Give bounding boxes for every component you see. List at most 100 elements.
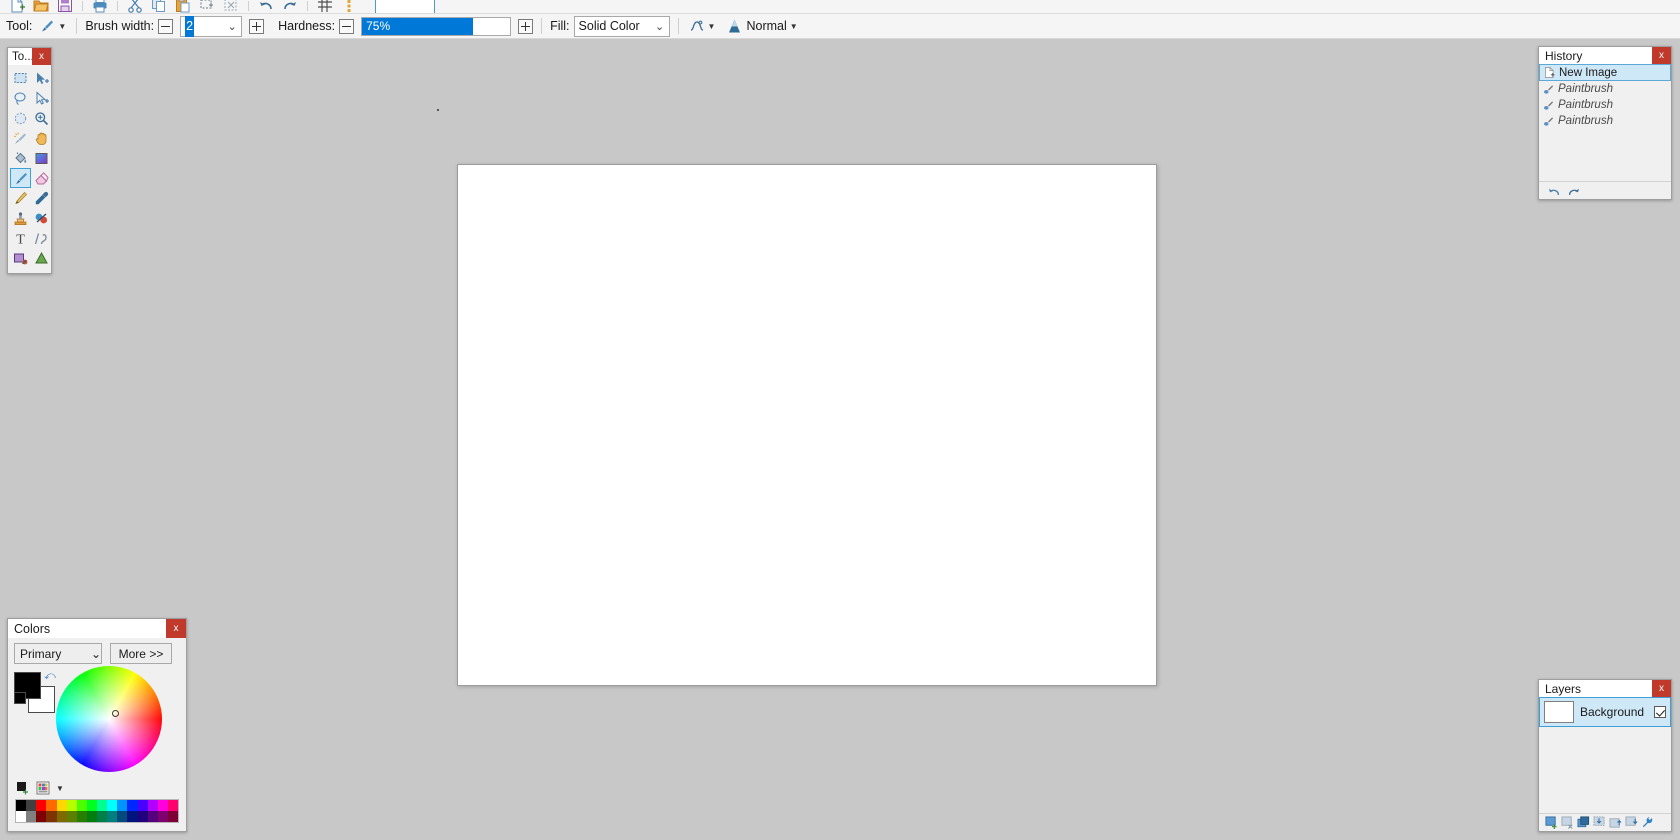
- palette-swatch[interactable]: [56, 800, 67, 811]
- print-image-icon[interactable]: [88, 0, 112, 13]
- tool-gradient[interactable]: [31, 148, 52, 168]
- close-icon[interactable]: x: [1652, 680, 1671, 697]
- chevron-down-icon[interactable]: ⌄: [651, 20, 669, 33]
- brush-width-input[interactable]: 2 ⌄: [180, 15, 243, 37]
- hardness-increase-button[interactable]: [518, 18, 534, 34]
- tool-ellipse-select[interactable]: [10, 108, 31, 128]
- palette-swatch[interactable]: [127, 811, 138, 822]
- color-wheel[interactable]: [56, 666, 162, 772]
- tool-magic-wand[interactable]: [10, 128, 31, 148]
- palette-swatch[interactable]: [137, 800, 148, 811]
- undo-icon[interactable]: [254, 0, 278, 13]
- redo-icon[interactable]: [278, 0, 302, 13]
- tool-paintbrush[interactable]: [10, 168, 31, 188]
- palette-swatch[interactable]: [46, 811, 57, 822]
- palette-swatch[interactable]: [66, 811, 77, 822]
- palette-swatch[interactable]: [36, 811, 47, 822]
- palette-color-preview[interactable]: [375, 0, 435, 13]
- layer-properties-icon[interactable]: [1641, 816, 1654, 829]
- history-item-paintbrush-2[interactable]: Paintbrush: [1539, 97, 1671, 113]
- swap-colors-icon[interactable]: ⤺: [44, 670, 56, 683]
- palette-swatch[interactable]: [16, 800, 27, 811]
- reset-colors-button[interactable]: [14, 692, 26, 704]
- tool-clone-stamp[interactable]: [10, 208, 31, 228]
- palette-icon[interactable]: [36, 781, 50, 795]
- palette-swatch[interactable]: [167, 811, 178, 822]
- history-panel-titlebar[interactable]: History x: [1539, 47, 1671, 64]
- tool-zoom[interactable]: [31, 108, 52, 128]
- layers-panel-titlebar[interactable]: Layers x: [1539, 680, 1671, 697]
- close-icon[interactable]: x: [32, 48, 51, 65]
- palette-swatch[interactable]: [167, 800, 178, 811]
- palette-swatch[interactable]: [86, 811, 97, 822]
- cut-icon[interactable]: [123, 0, 147, 13]
- delete-layer-icon[interactable]: [1561, 816, 1574, 829]
- tool-line-curve[interactable]: [31, 228, 52, 248]
- paste-icon[interactable]: [171, 0, 195, 13]
- palette-swatch[interactable]: [157, 811, 168, 822]
- palette-swatch[interactable]: [16, 811, 27, 822]
- canvas-workspace[interactable]: [52, 40, 1680, 840]
- palette-swatch[interactable]: [26, 800, 37, 811]
- palette-swatch[interactable]: [147, 811, 158, 822]
- image-canvas[interactable]: [457, 164, 1157, 686]
- tool-selector-dropdown[interactable]: ▼: [36, 16, 68, 36]
- close-icon[interactable]: x: [1652, 47, 1671, 64]
- duplicate-layer-icon[interactable]: [1577, 816, 1590, 829]
- chevron-down-icon[interactable]: ⌄: [223, 20, 241, 33]
- palette-swatch[interactable]: [76, 800, 87, 811]
- new-image-icon[interactable]: [5, 0, 29, 13]
- more-button[interactable]: More >>: [110, 643, 172, 664]
- tool-recolor[interactable]: [31, 208, 52, 228]
- palette-swatch[interactable]: [36, 800, 47, 811]
- colors-panel-titlebar[interactable]: Colors x: [8, 619, 186, 638]
- add-color-to-palette-icon[interactable]: [16, 781, 30, 795]
- layer-row-background[interactable]: Background: [1539, 697, 1671, 727]
- palette-row-dark[interactable]: [16, 811, 178, 822]
- save-image-icon[interactable]: [53, 0, 77, 13]
- close-icon[interactable]: x: [166, 619, 186, 638]
- palette-swatch[interactable]: [117, 811, 128, 822]
- brush-width-decrease-button[interactable]: [158, 18, 174, 34]
- add-new-layer-icon[interactable]: [1545, 816, 1558, 829]
- tool-pencil[interactable]: [10, 188, 31, 208]
- palette-swatch[interactable]: [157, 800, 168, 811]
- tool-pan[interactable]: [31, 128, 52, 148]
- tool-paint-bucket[interactable]: [10, 148, 31, 168]
- palette-swatch[interactable]: [107, 800, 118, 811]
- palette-swatch[interactable]: [107, 811, 118, 822]
- tool-lasso-select[interactable]: [10, 88, 31, 108]
- layer-visibility-checkbox[interactable]: [1654, 706, 1666, 718]
- palette-swatch[interactable]: [97, 811, 108, 822]
- tool-rectangle-shape[interactable]: [10, 248, 31, 268]
- brush-width-increase-button[interactable]: [249, 18, 265, 34]
- blend-mode-dropdown[interactable]: Normal ▼: [724, 16, 799, 36]
- palette-swatch[interactable]: [127, 800, 138, 811]
- open-image-icon[interactable]: [29, 0, 53, 13]
- tool-move-selection[interactable]: [31, 88, 52, 108]
- palette-swatch[interactable]: [66, 800, 77, 811]
- tool-move-selected[interactable]: [31, 68, 52, 88]
- palette-swatch[interactable]: [56, 811, 67, 822]
- palette-swatch[interactable]: [137, 811, 148, 822]
- undo-icon[interactable]: [1547, 184, 1561, 198]
- palette-row-light[interactable]: [16, 800, 178, 811]
- palette-swatch[interactable]: [46, 800, 57, 811]
- history-item-paintbrush-1[interactable]: Paintbrush: [1539, 81, 1671, 97]
- color-palette-strip[interactable]: [15, 799, 179, 823]
- hardness-decrease-button[interactable]: [339, 18, 355, 34]
- tool-eraser[interactable]: [31, 168, 52, 188]
- history-item-paintbrush-3[interactable]: Paintbrush: [1539, 113, 1671, 129]
- palette-swatch[interactable]: [26, 811, 37, 822]
- chevron-down-icon[interactable]: ⌄: [91, 647, 101, 661]
- color-mode-dropdown[interactable]: Primary ⌄: [14, 643, 102, 664]
- palette-swatch[interactable]: [76, 811, 87, 822]
- palette-swatch[interactable]: [86, 800, 97, 811]
- redo-icon[interactable]: [1567, 184, 1581, 198]
- palette-swatch[interactable]: [117, 800, 128, 811]
- tool-text[interactable]: T: [10, 228, 31, 248]
- tool-rectangle-select[interactable]: [10, 68, 31, 88]
- tool-shapes[interactable]: [31, 248, 52, 268]
- antialiasing-dropdown[interactable]: ▼: [687, 16, 718, 36]
- history-list[interactable]: New Image Paintbrush Paintbrush Paintbru…: [1539, 64, 1671, 181]
